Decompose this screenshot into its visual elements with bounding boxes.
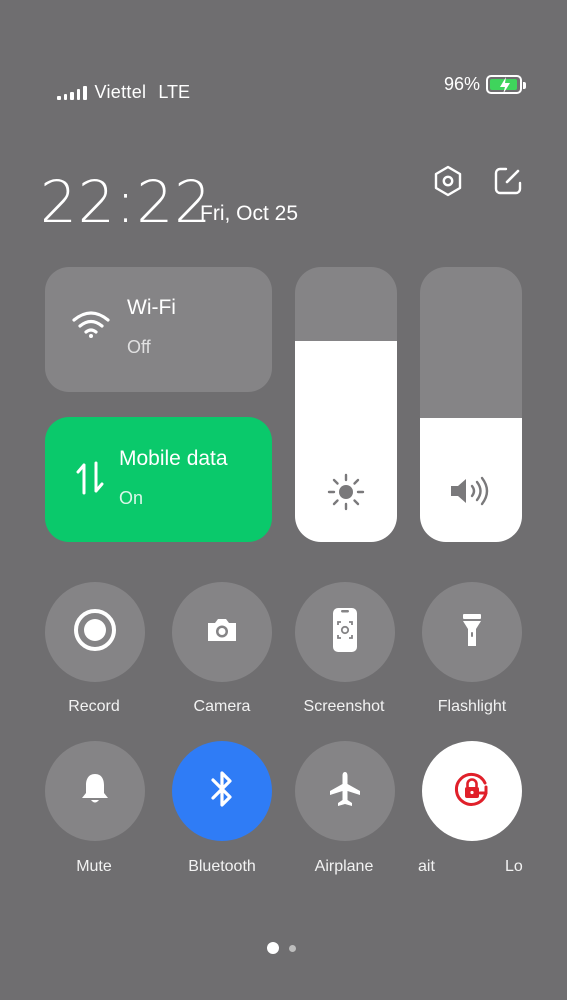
page-indicator bbox=[267, 942, 296, 954]
date: Fri, Oct 25 bbox=[200, 202, 299, 225]
page-dot[interactable] bbox=[289, 944, 296, 952]
record-icon bbox=[72, 607, 118, 658]
bluetooth-icon bbox=[209, 770, 235, 813]
mobile-data-tile[interactable]: Mobile data On bbox=[45, 417, 272, 542]
volume-slider[interactable] bbox=[420, 267, 522, 542]
flashlight-label: Flashlight bbox=[437, 698, 507, 715]
sun-icon bbox=[295, 472, 397, 512]
bluetooth-label: Bluetooth bbox=[188, 858, 256, 875]
battery-icon bbox=[486, 75, 526, 94]
airplane-button[interactable] bbox=[295, 741, 395, 841]
record-button[interactable] bbox=[45, 582, 145, 682]
airplane-icon bbox=[327, 770, 363, 813]
settings-hexagon-icon[interactable] bbox=[431, 164, 465, 198]
mute-button[interactable] bbox=[45, 741, 145, 841]
status-bar-left: Viettel LTE bbox=[57, 82, 190, 103]
rotation-lock-icon bbox=[452, 769, 492, 814]
bell-icon bbox=[79, 772, 111, 811]
wifi-icon bbox=[71, 309, 111, 344]
clock: 22:22 bbox=[40, 168, 213, 236]
screenshot-button[interactable] bbox=[295, 582, 395, 682]
brightness-slider[interactable] bbox=[295, 267, 397, 542]
camera-button[interactable] bbox=[172, 582, 272, 682]
wifi-title: Wi-Fi bbox=[127, 296, 176, 319]
screenshot-label: Screenshot bbox=[303, 698, 385, 715]
flashlight-icon bbox=[461, 612, 483, 653]
airplane-label: Airplane bbox=[314, 858, 374, 875]
screenshot-icon bbox=[332, 607, 358, 658]
wifi-tile[interactable]: Wi-Fi Off bbox=[45, 267, 272, 392]
bluetooth-button[interactable] bbox=[172, 741, 272, 841]
control-center: Viettel LTE 96% 22:22 Fri, Oct 25 Wi-Fi … bbox=[0, 0, 567, 1000]
page-dot-active[interactable] bbox=[267, 942, 279, 954]
mobile-data-title: Mobile data bbox=[119, 447, 228, 470]
signal-icon bbox=[57, 85, 87, 100]
camera-icon bbox=[205, 616, 239, 649]
edit-icon[interactable] bbox=[491, 164, 525, 198]
mute-label: Mute bbox=[76, 858, 112, 875]
lock-label-fragment: Lo bbox=[505, 858, 523, 875]
carrier-name: Viettel bbox=[94, 82, 147, 102]
rotation-lock-label-fragment: ait bbox=[418, 858, 435, 875]
flashlight-button[interactable] bbox=[422, 582, 522, 682]
data-arrows-icon bbox=[75, 461, 105, 500]
camera-label: Camera bbox=[193, 698, 251, 715]
record-label: Record bbox=[68, 698, 120, 715]
network-type: LTE bbox=[158, 82, 190, 102]
speaker-icon bbox=[420, 476, 522, 506]
rotation-lock-button[interactable] bbox=[422, 741, 522, 841]
battery-percent: 96% bbox=[443, 74, 480, 94]
wifi-status: Off bbox=[127, 337, 151, 357]
status-bar-right: 96% bbox=[443, 74, 526, 95]
mobile-data-status: On bbox=[119, 488, 144, 508]
